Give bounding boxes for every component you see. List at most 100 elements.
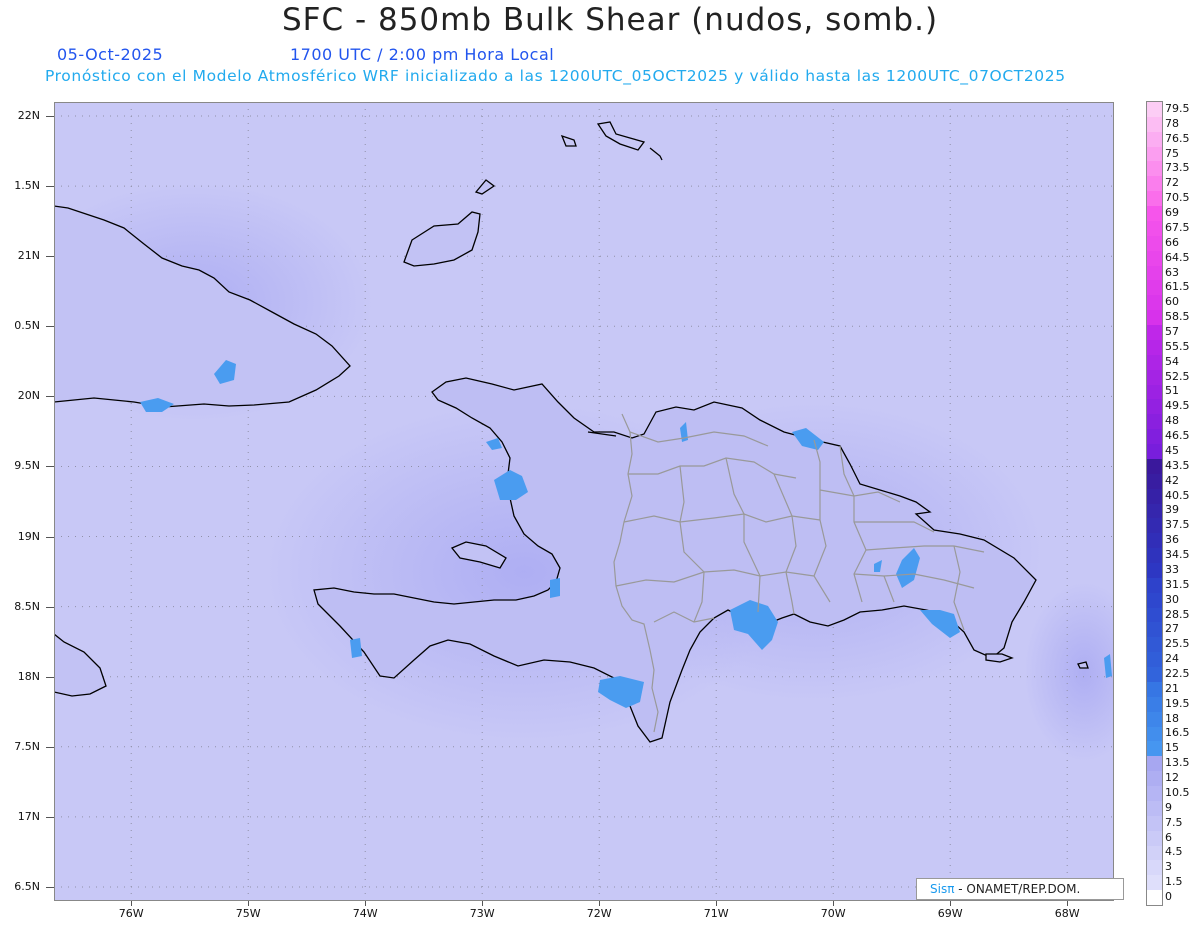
colorbar-cell (1147, 220, 1162, 237)
colorbar-cell (1147, 726, 1162, 742)
longitude-label: 75W (235, 907, 261, 920)
colorbar-label: 6 (1165, 830, 1172, 844)
colorbar-cell (1147, 354, 1162, 371)
colorbar-cell (1147, 771, 1162, 787)
colorbar-label: 39 (1165, 503, 1179, 517)
colorbar-label: 49.5 (1165, 399, 1190, 413)
latitude-tick (46, 746, 54, 748)
forecast-date: 05-Oct-2025 (57, 45, 164, 64)
colorbar-cell (1147, 102, 1162, 118)
longitude-label: 72W (586, 907, 612, 920)
colorbar-label: 19.5 (1165, 696, 1190, 710)
colorbar-cell (1147, 250, 1162, 267)
colorbar-cell (1147, 176, 1162, 192)
colorbar-label: 55.5 (1165, 339, 1190, 353)
colorbar-cell (1147, 295, 1162, 311)
colorbar-cell (1147, 161, 1162, 177)
shear-map (54, 102, 1114, 901)
colorbar-cell (1147, 875, 1162, 891)
latitude-label: 20N (17, 389, 40, 403)
colorbar-cell (1147, 756, 1162, 772)
longitude-label: 70W (820, 907, 846, 920)
latitude-label: 7.5N (14, 739, 40, 753)
colorbar-cell (1147, 562, 1162, 579)
latitude-label: 8.5N (14, 599, 40, 613)
colorbar-label: 60 (1165, 295, 1179, 309)
longitude-label: 71W (703, 907, 729, 920)
colorbar-label: 73.5 (1165, 161, 1190, 175)
colorbar-cell (1147, 607, 1162, 623)
colorbar-cell (1147, 711, 1162, 728)
longitude-tick (248, 901, 250, 906)
colorbar-cell (1147, 548, 1162, 564)
colorbar-cell (1147, 696, 1162, 713)
model-subtitle: Pronóstico con el Modelo Atmosférico WRF… (45, 67, 1066, 85)
colorbar-label: 10.5 (1165, 785, 1190, 799)
colorbar-label: 40.5 (1165, 488, 1190, 502)
shear-patch (350, 638, 362, 658)
longitude-label: 73W (469, 907, 495, 920)
colorbar-label: 70.5 (1165, 191, 1190, 205)
sispi-logo-text: Sisπ (930, 882, 955, 896)
longitude-label: 76W (118, 907, 144, 920)
colorbar-label: 13.5 (1165, 756, 1190, 770)
colorbar-label: 43.5 (1165, 458, 1190, 472)
colorbar-cell (1147, 458, 1162, 475)
colorbar-cell (1147, 652, 1162, 668)
colorbar-cell (1147, 414, 1162, 430)
colorbar-label: 75 (1165, 146, 1179, 160)
colorbar-label: 34.5 (1165, 548, 1190, 562)
colorbar-label: 12 (1165, 771, 1179, 785)
colorbar-label: 64.5 (1165, 250, 1190, 264)
chart-title: SFC - 850mb Bulk Shear (nudos, somb.) (281, 2, 939, 38)
colorbar-cell (1147, 830, 1162, 846)
latitude-tick (46, 816, 54, 818)
colorbar-label: 18 (1165, 711, 1179, 725)
colorbar-cell (1147, 503, 1162, 519)
latitude-label: 6.5N (14, 879, 40, 893)
latitude-label: 19N (17, 529, 40, 543)
forecast-time: 1700 UTC / 2:00 pm Hora Local (290, 45, 555, 64)
colorbar-label: 69 (1165, 206, 1179, 220)
longitude-label: 69W (937, 907, 963, 920)
colorbar-label: 36 (1165, 533, 1179, 547)
colorbar-label: 7.5 (1165, 815, 1183, 829)
latitude-tick (46, 186, 54, 188)
colorbar-label: 61.5 (1165, 280, 1190, 294)
colorbar-label: 3 (1165, 860, 1172, 874)
colorbar-label: 78 (1165, 116, 1179, 130)
colorbar-cell (1147, 577, 1162, 594)
colorbar-label: 22.5 (1165, 667, 1190, 680)
colorbar-label: 58.5 (1165, 310, 1190, 324)
colorbar-cell (1147, 667, 1162, 683)
latitude-tick (46, 466, 54, 468)
colorbar-cell (1147, 488, 1162, 504)
colorbar-label: 25.5 (1165, 637, 1190, 651)
colorbar-cell (1147, 339, 1162, 356)
colorbar-cell (1147, 473, 1162, 490)
shear-patch (550, 578, 560, 598)
colorbar-label: 48 (1165, 414, 1179, 428)
colorbar-cell (1147, 116, 1162, 133)
colorbar-label: 67.5 (1165, 220, 1190, 234)
latitude-tick (46, 396, 54, 398)
colorbar-cell (1147, 890, 1162, 906)
colorbar-label: 28.5 (1165, 607, 1190, 621)
longitude-tick (716, 901, 718, 906)
colorbar-label: 76.5 (1165, 131, 1190, 145)
longitude-tick (599, 901, 601, 906)
colorbar-cell (1147, 369, 1162, 386)
latitude-label: 0.5N (14, 319, 40, 333)
colorbar-cell (1147, 325, 1162, 341)
colorbar-label: 9 (1165, 800, 1172, 814)
colorbar-label: 51 (1165, 384, 1179, 398)
colorbar-label: 79.5 (1165, 101, 1190, 115)
credit-org: - ONAMET/REP.DOM. (954, 882, 1081, 896)
colorbar-cell (1147, 786, 1162, 802)
colorbar-cell (1147, 592, 1162, 609)
colorbar-label: 24 (1165, 652, 1179, 666)
colorbar-label: 42 (1165, 473, 1179, 487)
colorbar-cell (1147, 310, 1162, 326)
latitude-label: 1.5N (14, 179, 40, 193)
colorbar-label: 54 (1165, 354, 1179, 368)
